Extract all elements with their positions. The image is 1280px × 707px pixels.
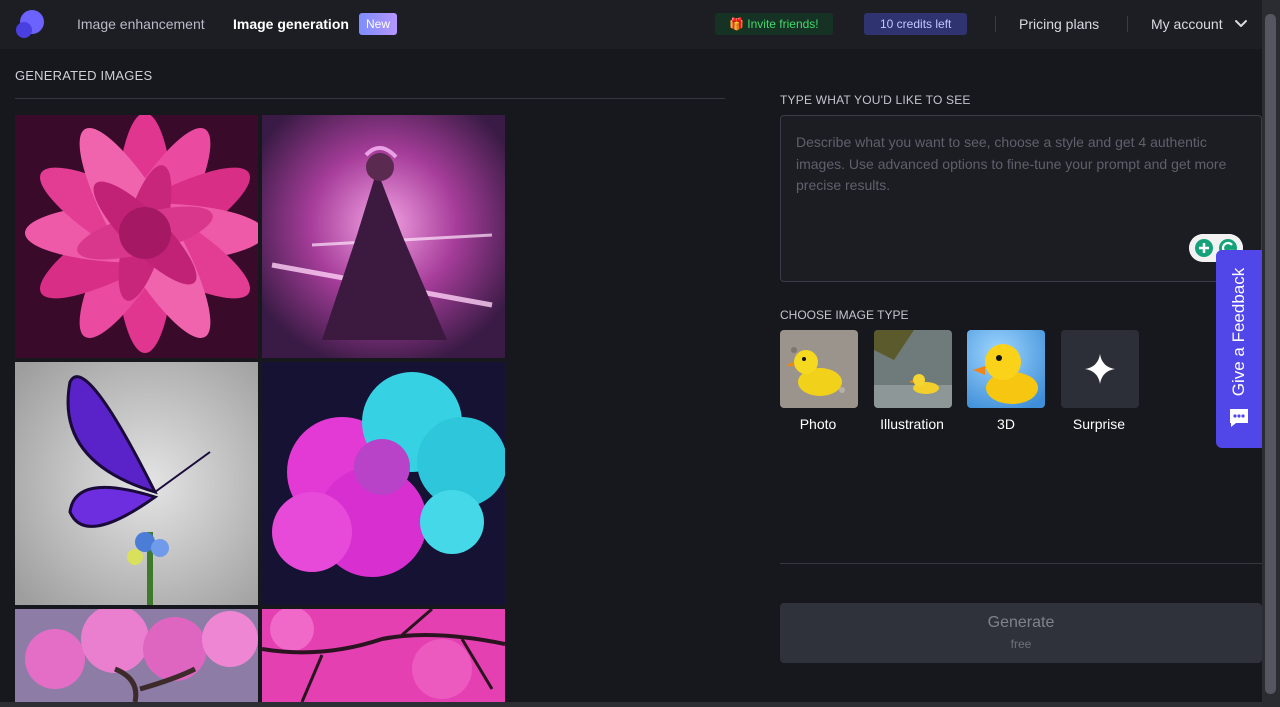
image-type-3d[interactable]	[967, 330, 1045, 408]
generated-image-pink-bonsai-tree[interactable]	[15, 609, 258, 702]
nav-divider	[995, 16, 996, 32]
nav-image-enhancement[interactable]: Image enhancement	[77, 16, 205, 32]
image-type-surprise[interactable]	[1061, 330, 1139, 408]
feedback-tab[interactable]: Give a Feedback	[1216, 250, 1262, 448]
app-logo-icon[interactable]	[14, 8, 46, 40]
generated-image-pink-cyan-smoke[interactable]	[262, 362, 505, 605]
top-nav: Image enhancement Image generation New 🎁…	[0, 0, 1262, 49]
prompt-input[interactable]	[796, 132, 1236, 242]
nav-pricing-plans[interactable]: Pricing plans	[1019, 16, 1099, 32]
image-type-label: CHOOSE IMAGE TYPE	[780, 308, 909, 322]
chat-bubble-icon	[1230, 409, 1248, 427]
chevron-down-icon[interactable]	[1234, 16, 1248, 30]
nav-divider	[1127, 16, 1128, 32]
prompt-box	[780, 115, 1262, 282]
section-divider	[15, 98, 725, 99]
generate-button[interactable]: Generate free	[780, 603, 1262, 663]
generated-images-title: GENERATED IMAGES	[15, 68, 153, 83]
new-badge: New	[359, 13, 398, 35]
bottom-edge	[0, 702, 1262, 707]
image-type-3d-label: 3D	[997, 416, 1015, 432]
generated-image-pink-blossom-branches[interactable]	[262, 609, 505, 702]
section-divider	[780, 563, 1262, 564]
scrollbar-thumb[interactable]	[1265, 14, 1276, 694]
image-type-surprise-label: Surprise	[1072, 416, 1126, 432]
nav-my-account[interactable]: My account	[1151, 16, 1223, 32]
image-type-illustration-label: Illustration	[880, 416, 944, 432]
generated-image-magenta-sorceress[interactable]	[262, 115, 505, 358]
image-type-photo-label: Photo	[799, 416, 837, 432]
generated-image-pink-flower[interactable]	[15, 115, 258, 358]
image-type-illustration[interactable]	[874, 330, 952, 408]
generated-image-purple-butterfly[interactable]	[15, 362, 258, 605]
prompt-label: TYPE WHAT YOU'D LIKE TO SEE	[780, 93, 971, 107]
generate-button-sublabel: free	[1010, 637, 1032, 651]
generate-button-label: Generate	[987, 614, 1055, 631]
feedback-label: Give a Feedback	[1229, 267, 1248, 397]
invite-friends-button[interactable]: 🎁 Invite friends!	[715, 13, 833, 35]
image-type-photo[interactable]	[780, 330, 858, 408]
credits-badge[interactable]: 10 credits left	[864, 13, 968, 35]
nav-image-generation[interactable]: Image generation	[233, 16, 349, 32]
